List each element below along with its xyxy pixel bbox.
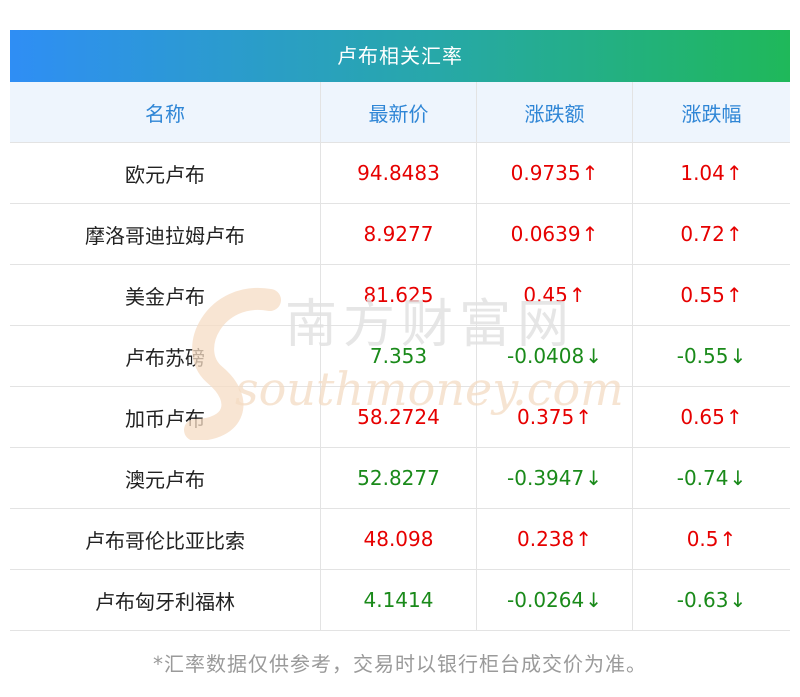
table-row: 欧元卢布 94.8483 0.9735 ↑ 1.04 ↑ [10,143,790,204]
percent-change-value: 0.72 [680,222,725,246]
arrow-up-icon: ↑ [575,527,593,551]
price-change: -0.3947 ↓ [477,448,633,508]
price-change: 0.238 ↑ [477,509,633,569]
price-change-value: 0.0639 [510,222,581,246]
latest-price: 7.353 [321,326,477,386]
table-row: 卢布苏磅 7.353 -0.0408 ↓ -0.55 ↓ [10,326,790,387]
currency-pair-name: 美金卢布 [10,265,321,325]
footnote: *汇率数据仅供参考，交易时以银行柜台成交价为准。 [153,652,647,676]
price-change-value: 0.9735 [510,161,581,185]
percent-change: 1.04 ↑ [633,143,790,203]
arrow-down-icon: ↓ [585,344,602,368]
arrow-down-icon: ↓ [729,344,747,368]
table-header-row: 名称 最新价 涨跌额 涨跌幅 [10,82,790,143]
table-title: 卢布相关汇率 [10,30,790,82]
arrow-down-icon: ↓ [585,588,602,612]
percent-change-value: -0.74 [676,466,729,490]
currency-pair-name: 摩洛哥迪拉姆卢布 [10,204,321,264]
table-row: 卢布匈牙利福林 4.1414 -0.0264 ↓ -0.63 ↓ [10,570,790,631]
column-header-change: 涨跌额 [477,82,633,142]
arrow-up-icon: ↑ [725,161,743,185]
price-change-value: 0.375 [516,405,575,429]
latest-price: 48.098 [321,509,477,569]
latest-price: 94.8483 [321,143,477,203]
latest-price: 81.625 [321,265,477,325]
price-change: 0.375 ↑ [477,387,633,447]
table-row: 澳元卢布 52.8277 -0.3947 ↓ -0.74 ↓ [10,448,790,509]
price-change: 0.0639 ↑ [477,204,633,264]
price-change: 0.9735 ↑ [477,143,633,203]
price-change-value: 0.238 [516,527,575,551]
percent-change-value: 0.55 [680,283,725,307]
percent-change-value: 0.65 [680,405,725,429]
percent-change: -0.74 ↓ [633,448,790,508]
currency-pair-name: 澳元卢布 [10,448,321,508]
percent-change-value: -0.55 [676,344,729,368]
currency-pair-name: 卢布哥伦比亚比索 [10,509,321,569]
latest-price: 52.8277 [321,448,477,508]
arrow-up-icon: ↑ [725,222,743,246]
percent-change: -0.63 ↓ [633,570,790,630]
arrow-up-icon: ↑ [719,527,737,551]
table-row: 加币卢布 58.2724 0.375 ↑ 0.65 ↑ [10,387,790,448]
arrow-up-icon: ↑ [725,283,743,307]
arrow-up-icon: ↑ [575,405,593,429]
percent-change-value: -0.63 [676,588,729,612]
price-change-value: -0.0264 [507,588,585,612]
currency-pair-name: 加币卢布 [10,387,321,447]
arrow-down-icon: ↓ [585,466,602,490]
latest-price: 8.9277 [321,204,477,264]
percent-change: 0.72 ↑ [633,204,790,264]
table-body: 欧元卢布 94.8483 0.9735 ↑ 1.04 ↑ 摩洛哥迪拉姆卢布 8.9277 0.0… [10,143,790,631]
latest-price: 58.2724 [321,387,477,447]
column-header-name: 名称 [10,82,321,142]
percent-change-value: 0.5 [686,527,719,551]
column-header-price: 最新价 [321,82,477,142]
arrow-up-icon: ↑ [725,405,743,429]
rate-table-card: 卢布相关汇率 名称 最新价 涨跌额 涨跌幅 欧元卢布 94.8483 0.9735 ↑… [0,0,800,697]
table-row: 美金卢布 81.625 0.45 ↑ 0.55 ↑ [10,265,790,326]
price-change: -0.0408 ↓ [477,326,633,386]
arrow-up-icon: ↑ [568,283,586,307]
currency-pair-name: 卢布匈牙利福林 [10,570,321,630]
percent-change: 0.5 ↑ [633,509,790,569]
price-change-value: -0.0408 [507,344,585,368]
price-change-value: 0.45 [523,283,568,307]
percent-change-value: 1.04 [680,161,725,185]
arrow-up-icon: ↑ [581,161,599,185]
percent-change: 0.55 ↑ [633,265,790,325]
arrow-up-icon: ↑ [581,222,599,246]
column-header-pct: 涨跌幅 [681,101,742,126]
table-row: 卢布哥伦比亚比索 48.098 0.238 ↑ 0.5 ↑ [10,509,790,570]
price-change-value: -0.3947 [507,466,585,490]
currency-pair-name: 卢布苏磅 [10,326,321,386]
percent-change: 0.65 ↑ [633,387,790,447]
arrow-down-icon: ↓ [729,466,747,490]
percent-change: -0.55 ↓ [633,326,790,386]
latest-price: 4.1414 [321,570,477,630]
price-change: -0.0264 ↓ [477,570,633,630]
rates-table: 名称 最新价 涨跌额 涨跌幅 欧元卢布 94.8483 0.9735 ↑ 1.04 ↑ 摩洛… [10,82,790,631]
currency-pair-name: 欧元卢布 [10,143,321,203]
price-change: 0.45 ↑ [477,265,633,325]
table-row: 摩洛哥迪拉姆卢布 8.9277 0.0639 ↑ 0.72 ↑ [10,204,790,265]
arrow-down-icon: ↓ [729,588,747,612]
